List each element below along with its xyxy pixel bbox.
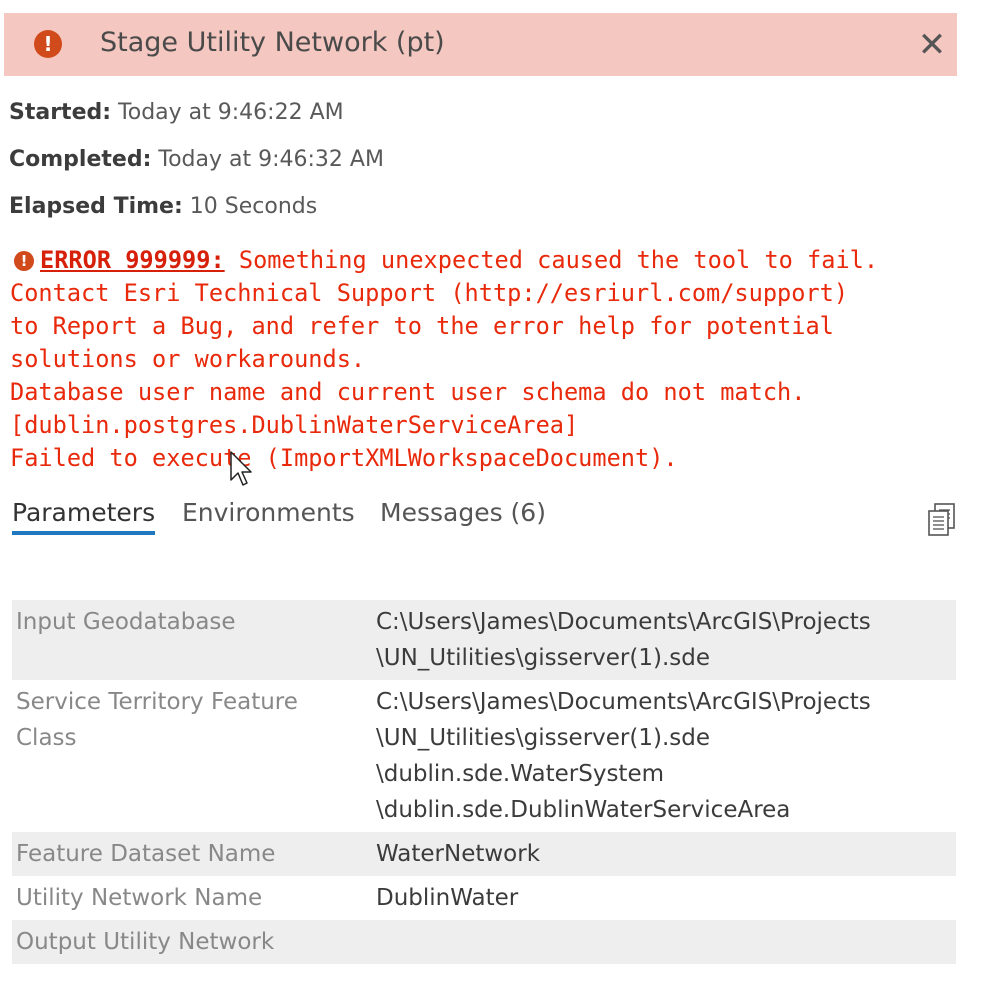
- error-icon: !: [34, 30, 62, 58]
- param-name: Input Geodatabase: [12, 600, 372, 680]
- tab-environments[interactable]: Environments: [182, 498, 355, 535]
- param-name: Output Utility Network: [12, 920, 372, 964]
- table-row: Input Geodatabase C:\Users\James\Documen…: [12, 600, 956, 680]
- error-line-3: to Report a Bug, and refer to the error …: [10, 312, 834, 340]
- param-value: C:\Users\James\Documents\ArcGIS\Projects…: [372, 600, 956, 680]
- tool-title: Stage Utility Network (pt): [100, 27, 445, 58]
- elapsed-label: Elapsed Time:: [9, 194, 183, 219]
- error-message: ! ERROR 999999: Something unexpected caus…: [10, 244, 970, 475]
- close-icon[interactable]: ✕: [912, 25, 952, 65]
- param-value-line: \dublin.sde.WaterSystem: [376, 761, 664, 787]
- completed-line: Completed: Today at 9:46:32 AM: [9, 147, 384, 172]
- param-value-line: \dublin.sde.DublinWaterServiceArea: [376, 797, 791, 823]
- message-header: ! Stage Utility Network (pt) ✕: [4, 13, 957, 76]
- completed-value: Today at 9:46:32 AM: [158, 147, 384, 172]
- param-value: [372, 920, 956, 964]
- elapsed-line: Elapsed Time: 10 Seconds: [9, 194, 317, 219]
- completed-label: Completed:: [9, 147, 152, 172]
- param-value-line: C:\Users\James\Documents\ArcGIS\Projects: [376, 689, 871, 715]
- error-icon: !: [14, 251, 34, 271]
- started-label: Started:: [9, 100, 112, 125]
- started-line: Started: Today at 9:46:22 AM: [9, 100, 344, 125]
- param-name: Utility Network Name: [16, 885, 263, 911]
- table-row: Utility Network Name DublinWater: [12, 876, 956, 920]
- copy-icon[interactable]: [926, 502, 958, 538]
- param-name: Service Territory Feature Class: [12, 680, 372, 832]
- tab-parameters[interactable]: Parameters: [12, 498, 156, 535]
- error-code-link[interactable]: ERROR 999999:: [40, 246, 225, 274]
- param-name-line: Class: [16, 725, 77, 751]
- table-row: Service Territory Feature Class C:\Users…: [12, 680, 956, 832]
- tab-messages[interactable]: Messages (6): [380, 498, 546, 535]
- table-row: Output Utility Network: [12, 920, 956, 964]
- mouse-cursor-icon: [230, 451, 252, 486]
- elapsed-value: 10 Seconds: [189, 194, 318, 219]
- started-value: Today at 9:46:22 AM: [118, 100, 344, 125]
- parameters-table: Input Geodatabase C:\Users\James\Documen…: [12, 600, 956, 964]
- table-row: Feature Dataset Name WaterNetwork: [12, 832, 956, 876]
- param-name-line: Service Territory Feature: [16, 689, 298, 715]
- error-line-2: Contact Esri Technical Support (http://e…: [10, 279, 849, 307]
- error-line-1: Something unexpected caused the tool to …: [224, 246, 879, 274]
- param-value: C:\Users\James\Documents\ArcGIS\Projects…: [372, 680, 956, 832]
- error-line-7: Failed to execute (ImportXMLWorkspaceDoc…: [10, 444, 678, 472]
- param-value: DublinWater: [376, 885, 519, 911]
- error-line-4: solutions or workarounds.: [10, 345, 366, 373]
- param-name: Feature Dataset Name: [12, 832, 372, 876]
- param-value-line: \UN_Utilities\gisserver(1).sde: [376, 725, 711, 751]
- error-line-5: Database user name and current user sche…: [10, 378, 806, 406]
- param-value-line: C:\Users\James\Documents\ArcGIS\Projects: [376, 609, 871, 635]
- param-value: WaterNetwork: [372, 832, 956, 876]
- param-value-line: \UN_Utilities\gisserver(1).sde: [376, 645, 711, 671]
- error-line-6: [dublin.postgres.DublinWaterServiceArea]: [10, 411, 579, 439]
